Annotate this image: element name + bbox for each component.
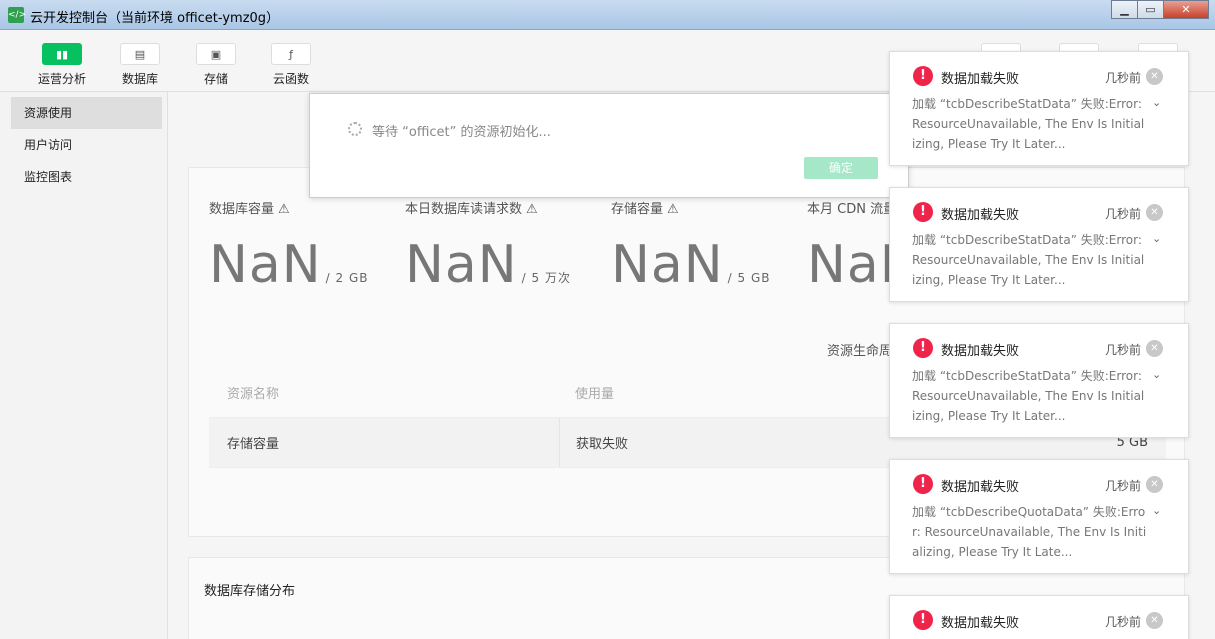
error-toast: ! 数据加载失败 几秒前 ✕ 加载 “tcbDescribeStatData” … [889, 187, 1189, 302]
dialog-message: 等待 “officet” 的资源初始化... [372, 125, 551, 140]
sidebar-item-monitor-charts[interactable]: 监控图表 [11, 161, 162, 193]
stat-storage-capacity: 存储容量 ⚠ NaN/ 5 GB [611, 198, 811, 295]
error-icon: ! [913, 338, 933, 358]
chart-icon: ▮▮ [42, 43, 82, 65]
window-title: 云开发控制台（当前环境 officet-ymz0g） [30, 11, 280, 26]
close-icon[interactable]: ✕ [1146, 612, 1163, 629]
toast-time: 几秒前 [1105, 71, 1142, 85]
toast-time: 几秒前 [1105, 615, 1142, 629]
toast-message: 加载 “tcbDescribeStatData” 失败:Error: Resou… [912, 233, 1145, 287]
toast-title: 数据加载失败 [941, 480, 1020, 495]
close-icon[interactable]: ✕ [1146, 340, 1163, 357]
close-window-button[interactable]: ✕ [1163, 0, 1209, 19]
chevron-down-icon[interactable]: ⌄ [1152, 96, 1161, 109]
toast-message: 加载 “tcbDescribeQuotaData” 失败:Error: Reso… [912, 505, 1147, 559]
close-icon[interactable]: ✕ [1146, 476, 1163, 493]
close-icon[interactable]: ✕ [1146, 68, 1163, 85]
app-icon: </> [8, 7, 26, 23]
stat-database-capacity: 数据库容量 ⚠ NaN/ 2 GB [209, 198, 409, 295]
error-toast: ! 数据加载失败 几秒前 ✕ 加载 “tcbDescribeStatData” … [889, 51, 1189, 166]
toolbar-label: 云函数 [272, 72, 309, 86]
error-toast: ! 数据加载失败 几秒前 ✕ 加载 “tcbDescribeStatData” … [889, 323, 1189, 438]
stat-label: 本日数据库读请求数 [405, 202, 523, 217]
ok-button[interactable]: 确定 [804, 157, 878, 179]
toolbar-label: 数据库 [121, 72, 158, 86]
error-toast: ! 数据加载失败 几秒前 ✕ 加载 “tcbDescribeQuotaData”… [889, 459, 1189, 574]
stat-value: NaN [405, 235, 518, 295]
storage-icon: ▣ [196, 43, 236, 65]
toast-message: 加载 “tcbDescribeStatData” 失败:Error: Resou… [912, 369, 1145, 423]
chevron-down-icon[interactable]: ⌄ [1152, 232, 1161, 245]
cell-usage: 获取失败 [559, 418, 909, 467]
close-icon[interactable]: ✕ [1146, 204, 1163, 221]
toast-message: 加载 “tcbDescribeStatData” 失败:Error: Resou… [912, 97, 1145, 151]
loading-dialog: 等待 “officet” 的资源初始化... 确定 [309, 93, 909, 198]
maximize-button[interactable]: ▭ [1137, 0, 1164, 19]
stat-unit: / 2 GB [325, 271, 369, 285]
section-title: 数据库存储分布 [204, 584, 296, 599]
toolbar-database[interactable]: ▤ 数据库 [105, 43, 175, 87]
warning-icon: ⚠ [278, 202, 290, 217]
warning-icon: ⚠ [526, 202, 538, 217]
error-icon: ! [913, 474, 933, 494]
column-header: 资源名称 [227, 387, 280, 402]
toast-time: 几秒前 [1105, 207, 1142, 221]
sidebar-item-resource-usage[interactable]: 资源使用 [11, 97, 162, 129]
toolbar-label: 运营分析 [37, 72, 86, 86]
stat-unit: / 5 GB [727, 271, 771, 285]
stat-value: NaN [611, 235, 724, 295]
spinner-icon [348, 122, 362, 136]
sidebar: 资源使用 用户访问 监控图表 [0, 92, 168, 639]
chevron-down-icon[interactable]: ⌄ [1152, 504, 1161, 517]
cell-resource-name: 存储容量 [227, 437, 280, 452]
minimize-button[interactable]: ▁ [1111, 0, 1138, 19]
stat-label: 存储容量 [611, 202, 664, 217]
warning-icon: ⚠ [667, 202, 679, 217]
stat-label: 本月 CDN 流量 [807, 202, 897, 217]
toast-time: 几秒前 [1105, 343, 1142, 357]
toast-title: 数据加载失败 [941, 344, 1020, 359]
error-icon: ! [913, 202, 933, 222]
stat-db-reads: 本日数据库读请求数 ⚠ NaN/ 5 万次 [405, 198, 605, 295]
toast-title: 数据加载失败 [941, 72, 1020, 87]
stat-label: 数据库容量 [209, 202, 275, 217]
toast-title: 数据加载失败 [941, 616, 1020, 631]
database-icon: ▤ [120, 43, 160, 65]
toolbar-label: 存储 [203, 72, 228, 86]
window-controls: ▁ ▭ ✕ [1111, 0, 1209, 20]
resource-lifecycle-label: 资源生命周 [827, 344, 893, 359]
sidebar-item-user-access[interactable]: 用户访问 [11, 129, 162, 161]
window-title-bar: </> 云开发控制台（当前环境 officet-ymz0g） ▁ ▭ ✕ [0, 0, 1215, 30]
error-toast: ! 数据加载失败 几秒前 ✕ [889, 595, 1189, 639]
error-icon: ! [913, 66, 933, 86]
toolbar-functions[interactable]: ƒ 云函数 [256, 43, 326, 87]
toast-title: 数据加载失败 [941, 208, 1020, 223]
function-icon: ƒ [271, 43, 311, 65]
stat-value: NaN [209, 235, 322, 295]
stat-unit: / 5 万次 [521, 271, 571, 285]
toast-time: 几秒前 [1105, 479, 1142, 493]
column-header: 使用量 [575, 387, 615, 402]
error-icon: ! [913, 610, 933, 630]
toolbar-analytics[interactable]: ▮▮ 运营分析 [27, 43, 97, 87]
chevron-down-icon[interactable]: ⌄ [1152, 368, 1161, 381]
toolbar-storage[interactable]: ▣ 存储 [181, 43, 251, 87]
